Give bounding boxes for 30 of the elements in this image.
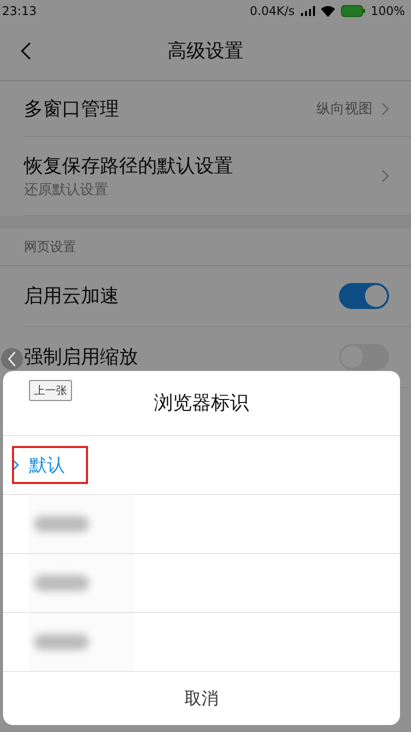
battery-icon xyxy=(340,5,365,17)
row-title: 多窗口管理 xyxy=(24,96,119,122)
row-title: 强制启用缩放 xyxy=(24,345,138,370)
section-title: 网页设置 xyxy=(0,229,411,266)
row-subtitle: 还原默认设置 xyxy=(24,181,108,199)
blurred-option[interactable] xyxy=(29,495,134,553)
wifi-icon xyxy=(320,6,335,16)
battery-percent: 100% xyxy=(370,4,405,18)
chevron-left-icon xyxy=(7,351,17,367)
page-title: 高级设置 xyxy=(168,39,244,64)
row-title: 恢复保存路径的默认设置 xyxy=(24,154,233,179)
previous-button[interactable]: 上一张 xyxy=(29,380,72,401)
chevron-right-icon xyxy=(380,102,389,116)
status-time: 23:13 xyxy=(2,4,37,18)
back-icon[interactable] xyxy=(20,42,32,60)
row-title: 启用云加速 xyxy=(24,284,119,309)
toggle-switch[interactable] xyxy=(339,283,389,309)
toggle-switch[interactable] xyxy=(339,344,389,370)
chevron-right-icon xyxy=(12,459,20,471)
settings-row[interactable]: 多窗口管理 纵向视图 xyxy=(24,81,411,137)
chevron-right-icon xyxy=(380,169,389,183)
blurred-option[interactable] xyxy=(29,613,134,671)
previous-image-button[interactable] xyxy=(1,348,23,370)
blurred-option[interactable] xyxy=(29,554,134,612)
row-value: 纵向视图 xyxy=(316,100,373,118)
option-label[interactable]: 默认 xyxy=(29,453,65,477)
cancel-button[interactable]: 取消 xyxy=(3,672,400,725)
dialog-title: 浏览器标识 xyxy=(154,391,249,416)
network-speed: 0.04K/s xyxy=(250,4,295,18)
signal-icon xyxy=(300,6,315,16)
